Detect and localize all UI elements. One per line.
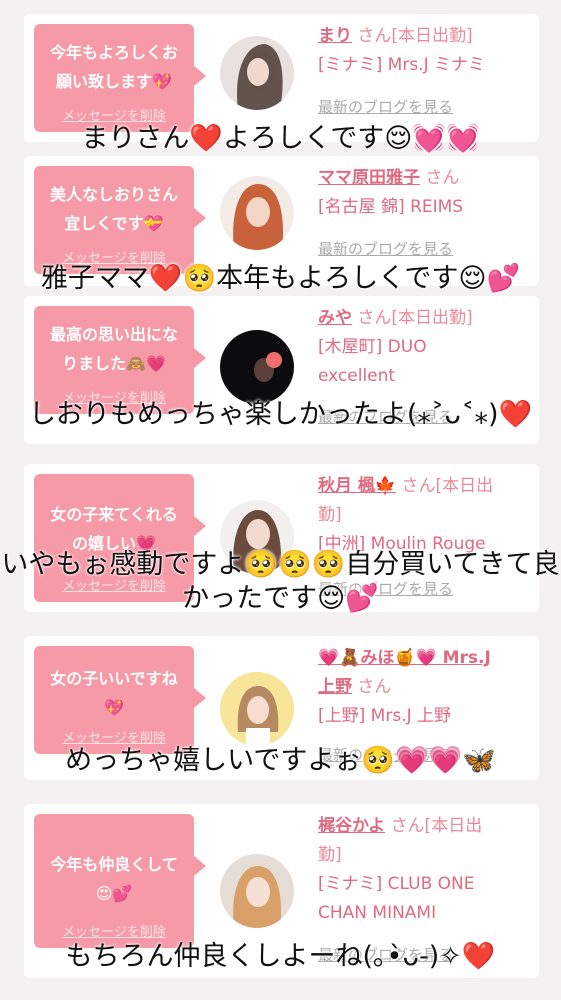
message-text: 今年もよろしくお 願い致します💖 (49, 43, 178, 91)
sender-store: [木屋町] DUO excellent (318, 337, 427, 386)
sender-name-link[interactable]: 秋月 楓🍁 (318, 476, 396, 496)
sender-status: さん[本日出勤] (357, 308, 473, 328)
message-text: 美人なしおりさん 宜しくです💝 (49, 185, 178, 233)
sender-store: [名古屋 錦] REIMS (318, 197, 464, 217)
sender-store: [ミナミ] Mrs.J ミナミ (318, 55, 486, 75)
sender-store: [ミナミ] CLUB ONE CHAN MINAMI (318, 874, 475, 923)
latest-blog-link[interactable]: 最新のブログを見る (318, 96, 453, 117)
sender-status: さん (357, 677, 392, 697)
sender-name-link[interactable]: ママ原田雅子 (318, 168, 420, 188)
overlay-caption: もちろん仲良くしよーね(｡•̀ᴗ-)✧❤️ (65, 941, 496, 972)
sender-info: 秋月 楓🍁 さん[本日出 勤] [中洲] Moulin Rouge (318, 472, 532, 559)
overlay-caption: いやもぉ感動ですよ🥺🥺🥺自分買いてきて良かったです😌💕 (1, 549, 560, 614)
sender-status: さん (425, 168, 460, 188)
delete-message-link[interactable]: メッセージを削除 (34, 921, 194, 940)
latest-blog-link[interactable]: 最新のブログを見る (318, 238, 453, 259)
message-text: 女の子いいですね 💖 (50, 669, 178, 717)
overlay-caption: まりさん❤️よろしくです😌💓💓 (81, 123, 480, 154)
avatar[interactable] (220, 330, 294, 404)
sender-name-link[interactable]: まり (318, 26, 352, 46)
message-text: 最高の思い出にな りました🙈💗 (49, 325, 178, 373)
sender-name-link[interactable]: みや (318, 308, 352, 328)
avatar[interactable] (220, 176, 294, 250)
overlay-caption: めっちゃ嬉しいですよぉ🥺💗💗🦋 (65, 745, 496, 776)
overlay-caption: 雅子ママ❤️🥺本年もよろしくです😌💕 (40, 263, 521, 294)
avatar[interactable] (220, 672, 294, 746)
avatar[interactable] (220, 36, 294, 110)
sender-info: 💗🧸みほ🍯💗 Mrs.J 上野 さん [上野] Mrs.J 上野 (318, 644, 532, 731)
sender-store: [上野] Mrs.J 上野 (318, 706, 452, 726)
sender-name-link[interactable]: 梶谷かよ (318, 816, 385, 836)
sender-name-link[interactable]: 💗🧸みほ🍯💗 Mrs.J 上野 (318, 648, 491, 697)
message-bubble: 今年もよろしくお 願い致します💖 メッセージを削除 (34, 24, 206, 132)
message-bubble: 今年も仲良くして 😍💕 メッセージを削除 (34, 814, 206, 948)
sender-info: みや さん[本日出勤] [木屋町] DUO excellent (318, 304, 532, 391)
overlay-caption: しおりもめっちゃ楽しかったよ(⁎˃ᴗ˂⁎)❤️ (28, 399, 533, 430)
sender-info: まり さん[本日出勤] [ミナミ] Mrs.J ミナミ (318, 22, 532, 80)
message-text: 今年も仲良くして 😍💕 (50, 855, 178, 903)
sender-info: ママ原田雅子 さん [名古屋 錦] REIMS (318, 164, 532, 222)
message-bubble: 女の子いいですね 💖 メッセージを削除 (34, 646, 206, 754)
message-bubble: 美人なしおりさん 宜しくです💝 メッセージを削除 (34, 166, 206, 274)
sender-info: 梶谷かよ さん[本日出 勤] [ミナミ] CLUB ONE CHAN MINAM… (318, 812, 532, 928)
avatar[interactable] (220, 854, 294, 928)
sender-status: さん[本日出勤] (357, 26, 473, 46)
